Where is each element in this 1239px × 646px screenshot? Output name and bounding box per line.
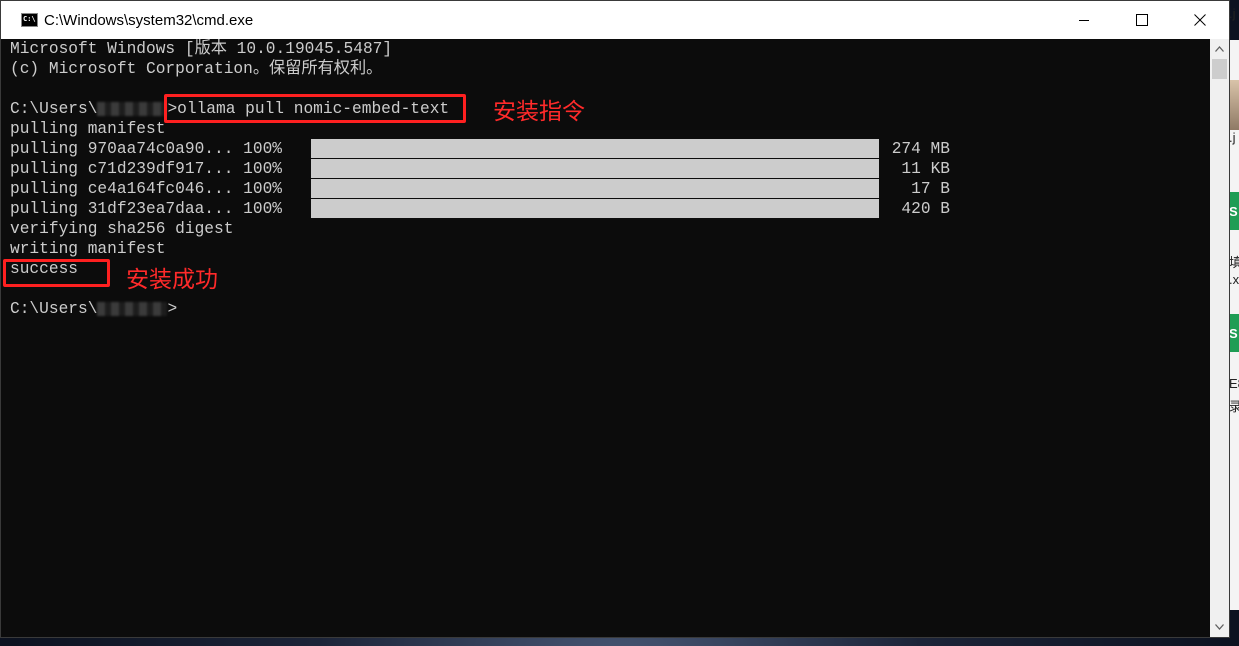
desktop-label-fragment: 填 <box>1229 255 1239 270</box>
layer-label: pulling 31df23ea7daa... 100% <box>10 200 282 218</box>
console-line: pulling manifest <box>10 120 166 138</box>
progress-bar <box>311 139 879 158</box>
chevron-down-icon <box>1215 624 1224 630</box>
close-button[interactable] <box>1171 1 1229 39</box>
redacted-username <box>97 101 168 116</box>
console-line: (c) Microsoft Corporation。保留所有权利。 <box>10 60 383 78</box>
layer-label: pulling ce4a164fc046... 100% <box>10 180 282 198</box>
success-highlight-box <box>3 259 110 287</box>
cmd-app-icon[interactable]: C:\ <box>21 13 38 27</box>
scroll-up-button[interactable] <box>1210 40 1229 58</box>
desktop-thumbnail <box>1229 80 1239 130</box>
desktop-label-fragment: .j <box>1229 130 1236 145</box>
command-prompt-line: C:\Users\ > <box>10 299 177 319</box>
command-annotation: 安装指令 <box>493 99 585 125</box>
title-bar[interactable]: C:\ C:\Windows\system32\cmd.exe <box>1 1 1229 39</box>
cmd-window: C:\ C:\Windows\system32\cmd.exe Microsof… <box>0 0 1230 638</box>
vertical-scrollbar[interactable] <box>1210 39 1229 637</box>
layer-size: 11 KB <box>901 160 950 178</box>
desktop-label-fragment: .j <box>1229 6 1236 21</box>
layer-size: 274 MB <box>891 140 950 158</box>
prompt-path: C:\Users\ <box>10 100 98 118</box>
progress-bar <box>311 159 879 178</box>
window-title: C:\Windows\system32\cmd.exe <box>44 11 254 29</box>
layer-size: 17 B <box>911 180 950 198</box>
minimize-icon <box>1079 20 1089 21</box>
scroll-down-button[interactable] <box>1210 618 1229 636</box>
minimize-button[interactable] <box>1055 1 1113 39</box>
progress-bar <box>311 179 879 198</box>
spreadsheet-icon[interactable]: S <box>1229 314 1239 352</box>
layer-size: 420 B <box>901 200 950 218</box>
redacted-username <box>97 301 168 316</box>
layer-label: pulling 970aa74c0a90... 100% <box>10 140 282 158</box>
close-icon <box>1194 14 1206 26</box>
scroll-thumb[interactable] <box>1212 59 1227 79</box>
console-output[interactable]: Microsoft Windows [版本 10.0.19045.5487] (… <box>1 39 1210 637</box>
prompt-caret: > <box>167 300 178 318</box>
maximize-button[interactable] <box>1113 1 1171 39</box>
spreadsheet-icon[interactable]: S <box>1229 192 1239 230</box>
chevron-up-icon <box>1215 46 1224 52</box>
progress-bar <box>311 199 879 218</box>
desktop-label-fragment: .x <box>1229 272 1239 287</box>
console-line: writing manifest <box>10 240 166 258</box>
console-line: Microsoft Windows [版本 10.0.19045.5487] <box>10 40 393 58</box>
layer-label: pulling c71d239df917... 100% <box>10 160 282 178</box>
success-annotation: 安装成功 <box>126 267 218 293</box>
prompt-path: C:\Users\ <box>10 300 98 318</box>
console-line: verifying sha256 digest <box>10 220 234 238</box>
desktop-label-fragment: 录 <box>1229 399 1239 414</box>
desktop-label-fragment: E8 <box>1229 376 1239 391</box>
maximize-icon <box>1136 14 1148 26</box>
command-highlight-box <box>164 94 466 123</box>
